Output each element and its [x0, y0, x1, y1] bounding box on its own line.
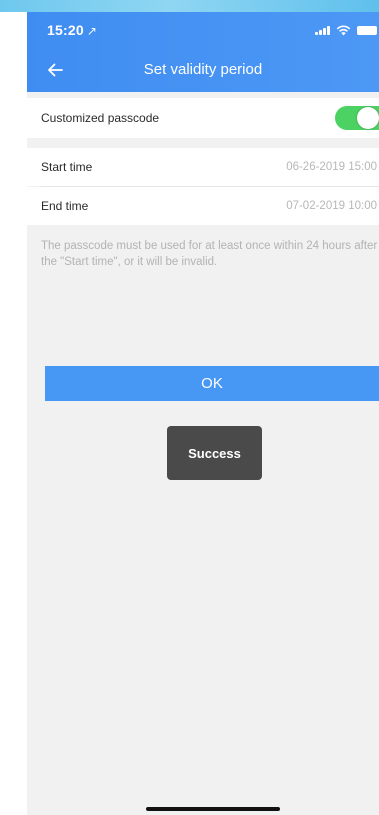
- location-arrow-icon: ↗: [86, 24, 98, 38]
- arrow-left-icon: [48, 63, 63, 77]
- status-bar-time: 15:20 ↗: [47, 22, 97, 38]
- home-indicator[interactable]: [146, 807, 280, 811]
- end-time-value: 07-02-2019 10:00: [286, 200, 377, 212]
- app-screen: 15:20 ↗ Set validity period Customized pa…: [27, 12, 379, 815]
- success-toast: Success: [167, 426, 262, 480]
- passcode-validity-note: The passcode must be used for at least o…: [41, 240, 378, 268]
- toast-text: Success: [188, 445, 241, 461]
- ok-button[interactable]: OK: [45, 366, 379, 401]
- start-time-value: 06-26-2019 15:00: [286, 161, 377, 173]
- wifi-icon: [336, 25, 351, 35]
- end-time-label: End time: [41, 199, 89, 213]
- customized-passcode-toggle[interactable]: [335, 106, 379, 130]
- customized-passcode-row: Customized passcode: [27, 98, 379, 138]
- ok-button-label: OK: [201, 375, 223, 392]
- status-bar-icons: [315, 23, 377, 37]
- battery-icon: [357, 25, 377, 35]
- cellular-signal-icon: [315, 25, 330, 35]
- status-time-text: 15:20: [47, 22, 84, 38]
- end-time-row[interactable]: End time 07-02-2019 10:00: [27, 187, 379, 225]
- start-time-label: Start time: [41, 160, 93, 174]
- navigation-header: 15:20 ↗ Set validity period: [27, 12, 379, 92]
- toggle-knob: [357, 107, 379, 129]
- start-time-row[interactable]: Start time 06-26-2019 15:00: [27, 148, 379, 186]
- back-button[interactable]: [41, 56, 69, 84]
- customized-passcode-label: Customized passcode: [41, 111, 160, 125]
- page-title: Set validity period: [143, 61, 263, 78]
- top-accent-strip: [0, 0, 379, 12]
